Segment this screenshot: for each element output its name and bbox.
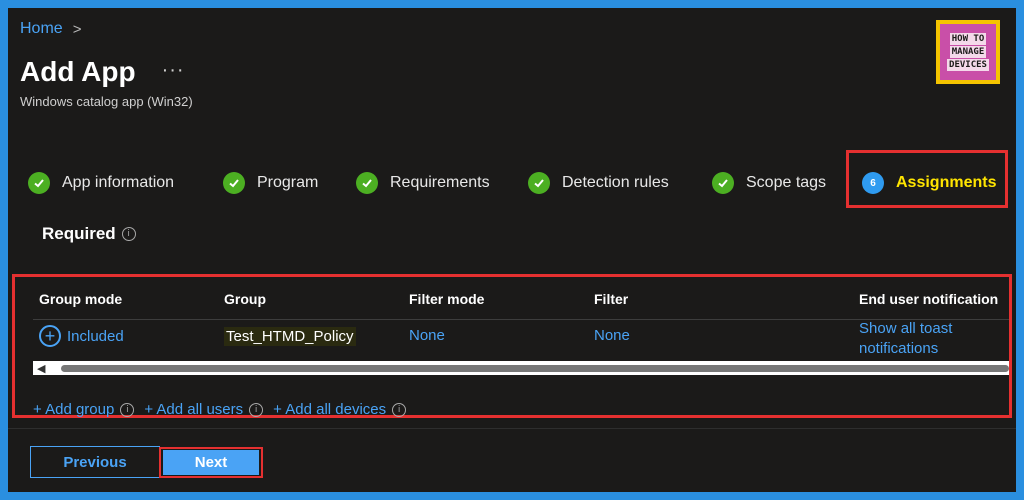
column-header-filter[interactable]: Filter: [594, 291, 628, 307]
chevron-right-icon: >: [72, 20, 82, 38]
column-header-filter-mode[interactable]: Filter mode: [409, 291, 484, 307]
notification-line-1: Show all toast: [859, 320, 953, 337]
notification-line-2: notifications: [859, 340, 939, 357]
check-circle-icon: [223, 172, 245, 194]
add-all-users-link[interactable]: + Add all users: [144, 401, 243, 418]
section-title-text: Required: [42, 224, 116, 243]
footer-divider: [8, 428, 1016, 429]
check-circle-icon: [712, 172, 734, 194]
check-circle-icon: [28, 172, 50, 194]
step-detection-rules[interactable]: Detection rules: [528, 172, 669, 194]
column-header-end-user-notification[interactable]: End user notification: [859, 291, 998, 307]
logo-line-3: DEVICES: [947, 59, 989, 71]
group-cell: Test_HTMD_Policy: [224, 327, 356, 346]
logo-line-2: MANAGE: [949, 46, 987, 58]
add-all-devices-link[interactable]: + Add all devices: [273, 401, 386, 418]
info-icon[interactable]: i: [392, 402, 407, 417]
step-program[interactable]: Program: [223, 172, 318, 194]
step-label: Program: [257, 174, 319, 191]
step-app-information[interactable]: App information: [28, 172, 174, 194]
more-options-icon[interactable]: ···: [162, 59, 185, 82]
horizontal-scrollbar[interactable]: ◀: [33, 361, 1009, 375]
scrollbar-thumb[interactable]: [61, 365, 1009, 372]
breadcrumb-home-link[interactable]: Home: [20, 20, 63, 38]
info-icon[interactable]: i: [120, 402, 135, 417]
column-header-group[interactable]: Group: [224, 291, 266, 307]
breadcrumb: Home >: [20, 20, 81, 38]
brand-logo: HOW TO MANAGE DEVICES: [936, 20, 1000, 84]
step-label: Scope tags: [746, 174, 827, 191]
highlight-box-assignments: [846, 150, 1008, 208]
group-mode-value: Included: [67, 327, 124, 345]
step-scope-tags[interactable]: Scope tags: [712, 172, 826, 194]
page-subtitle: Windows catalog app (Win32): [20, 94, 193, 109]
page-title: Add App: [20, 56, 136, 87]
filter-mode-cell[interactable]: None: [409, 327, 445, 344]
app-frame: Home > Add App ··· Windows catalog app (…: [8, 8, 1016, 492]
check-circle-icon: [356, 172, 378, 194]
section-title-required: Required i: [42, 224, 136, 244]
step-label: App information: [62, 174, 175, 191]
info-icon[interactable]: i: [121, 227, 136, 241]
logo-inner: HOW TO MANAGE DEVICES: [940, 24, 996, 80]
add-group-link[interactable]: + Add group: [33, 401, 114, 418]
column-header-group-mode[interactable]: Group mode: [39, 291, 122, 307]
filter-cell[interactable]: None: [594, 327, 630, 344]
step-label: Requirements: [390, 174, 490, 191]
next-button[interactable]: Next: [163, 450, 259, 475]
notification-cell[interactable]: Show all toast notifications: [859, 319, 952, 359]
previous-button[interactable]: Previous: [30, 446, 160, 478]
step-requirements[interactable]: Requirements: [356, 172, 490, 194]
title-row: Add App ···: [20, 56, 185, 88]
add-links-row: + Add group i + Add all users i + Add al…: [33, 401, 407, 418]
info-icon[interactable]: i: [249, 402, 264, 417]
logo-line-1: HOW TO: [949, 33, 987, 45]
group-mode-cell[interactable]: + Included: [39, 325, 124, 347]
plus-circle-icon: +: [39, 325, 61, 347]
assignments-table: Group mode Group Filter mode Filter End …: [12, 274, 1012, 418]
step-label: Detection rules: [562, 174, 669, 191]
check-circle-icon: [528, 172, 550, 194]
scroll-left-arrow-icon[interactable]: ◀: [37, 362, 45, 375]
